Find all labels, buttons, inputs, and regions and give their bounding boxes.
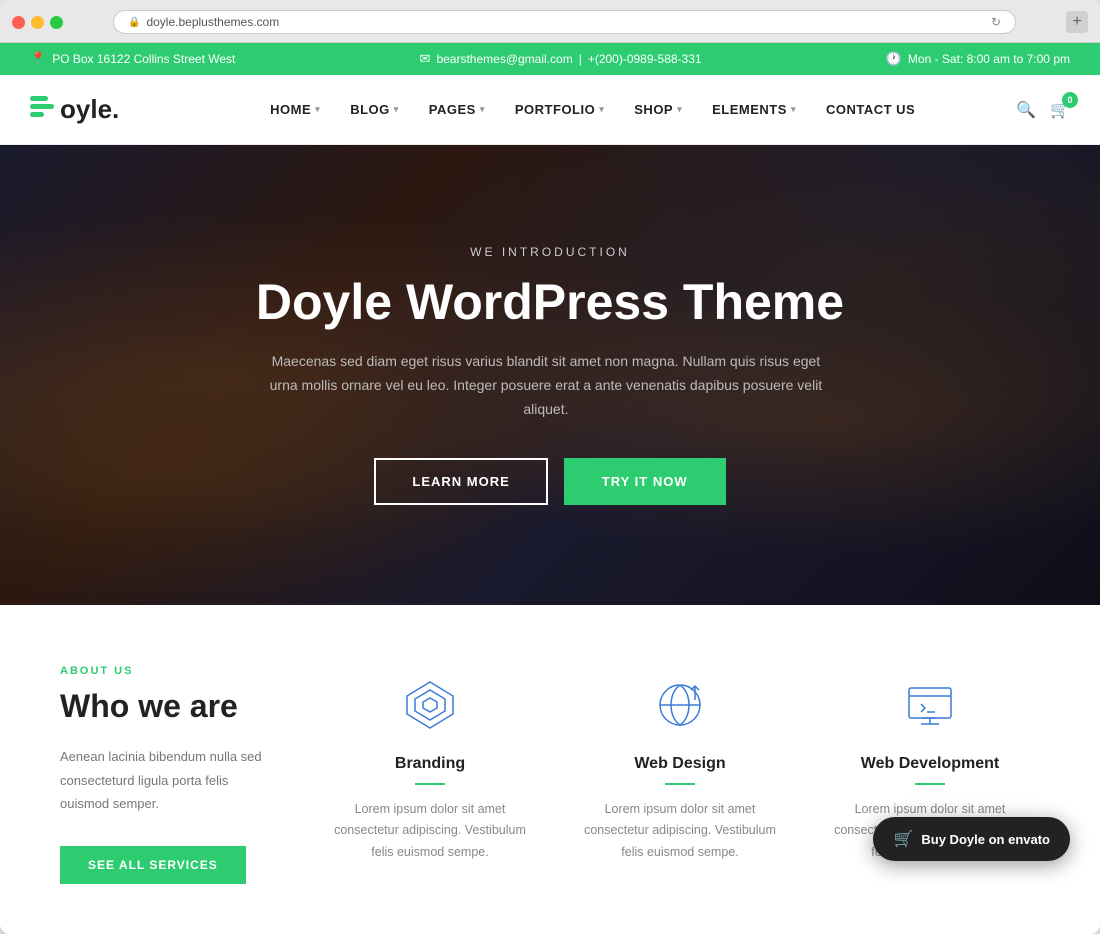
branding-title: Branding <box>330 755 530 773</box>
traffic-lights <box>12 16 63 29</box>
chevron-down-icon: ▾ <box>394 104 399 115</box>
url-text: doyle.beplusthemes.com <box>146 15 279 29</box>
hours-text: Mon - Sat: 8:00 am to 7:00 pm <box>908 52 1070 66</box>
cart-badge: 0 <box>1062 92 1078 108</box>
chevron-down-icon: ▾ <box>315 104 320 115</box>
hero-title: Doyle WordPress Theme <box>256 275 844 330</box>
about-title: Who we are <box>60 687 280 725</box>
learn-more-button[interactable]: LEARN MORE <box>374 458 547 505</box>
webdev-divider <box>915 783 945 785</box>
branding-description: Lorem ipsum dolor sit amet consectetur a… <box>330 799 530 863</box>
nav-item-portfolio[interactable]: PORTFOLIO ▾ <box>503 94 616 125</box>
logo-icon <box>30 92 58 127</box>
minimize-button[interactable] <box>31 16 44 29</box>
nav-item-pages[interactable]: PAGES ▾ <box>417 94 497 125</box>
about-left: ABOUT US Who we are Aenean lacinia biben… <box>60 665 280 884</box>
nav-item-blog[interactable]: BLOG ▾ <box>338 94 411 125</box>
contact-info: ✉ bearsthemes@gmail.com | +(200)-0989-58… <box>420 51 702 67</box>
try-it-now-button[interactable]: TRY IT NOW <box>564 458 726 505</box>
address-bar[interactable]: 🔒 doyle.beplusthemes.com ↻ <box>113 10 1016 34</box>
nav-item-shop[interactable]: SHOP ▾ <box>622 94 694 125</box>
webdev-icon <box>900 675 960 735</box>
logo-text: oyle. <box>60 94 119 125</box>
nav-item-home[interactable]: HOME ▾ <box>258 94 332 125</box>
chevron-down-icon: ▾ <box>599 104 604 115</box>
navbar: oyle. HOME ▾ BLOG ▾ PAGES ▾ PORTFOLIO ▾ … <box>0 75 1100 145</box>
search-button[interactable]: 🔍 <box>1016 100 1036 120</box>
logo[interactable]: oyle. <box>30 92 119 127</box>
chevron-down-icon: ▾ <box>480 104 485 115</box>
maximize-button[interactable] <box>50 16 63 29</box>
service-card-branding: Branding Lorem ipsum dolor sit amet cons… <box>320 665 540 884</box>
webdesign-icon <box>650 675 710 735</box>
hero-content: WE INTRODUCTION Doyle WordPress Theme Ma… <box>236 245 864 504</box>
email-text: bearsthemes@gmail.com <box>436 52 572 66</box>
buy-badge[interactable]: 🛒 Buy Doyle on envato <box>873 817 1070 861</box>
info-bar: 📍 PO Box 16122 Collins Street West ✉ bea… <box>0 43 1100 75</box>
lock-icon: 🔒 <box>128 17 140 28</box>
hero-buttons: LEARN MORE TRY IT NOW <box>256 458 844 505</box>
about-section: ABOUT US Who we are Aenean lacinia biben… <box>0 605 1100 934</box>
browser-window: 🔒 doyle.beplusthemes.com ↻ + 📍 PO Box 16… <box>0 0 1100 934</box>
phone-text: +(200)-0989-588-331 <box>588 52 702 66</box>
chevron-down-icon: ▾ <box>791 104 796 115</box>
service-card-webdesign: Web Design Lorem ipsum dolor sit amet co… <box>570 665 790 884</box>
close-button[interactable] <box>12 16 25 29</box>
cart-button[interactable]: 🛒 0 <box>1050 100 1070 120</box>
hero-eyebrow: WE INTRODUCTION <box>256 245 844 259</box>
buy-badge-text: Buy Doyle on envato <box>921 832 1050 847</box>
webdesign-description: Lorem ipsum dolor sit amet consectetur a… <box>580 799 780 863</box>
address-text: PO Box 16122 Collins Street West <box>52 52 235 66</box>
branding-divider <box>415 783 445 785</box>
nav-actions: 🔍 🛒 0 <box>1016 100 1070 120</box>
hero-section: WE INTRODUCTION Doyle WordPress Theme Ma… <box>0 145 1100 605</box>
location-icon: 📍 <box>30 51 46 67</box>
nav-item-elements[interactable]: ELEMENTS ▾ <box>700 94 808 125</box>
chevron-down-icon: ▾ <box>677 104 682 115</box>
hours-info: 🕐 Mon - Sat: 8:00 am to 7:00 pm <box>886 51 1070 67</box>
nav-menu: HOME ▾ BLOG ▾ PAGES ▾ PORTFOLIO ▾ SHOP ▾… <box>169 94 1016 125</box>
about-label: ABOUT US <box>60 665 280 677</box>
about-description: Aenean lacinia bibendum nulla sed consec… <box>60 745 280 815</box>
see-all-services-button[interactable]: SEE ALL SERVICES <box>60 846 246 884</box>
envato-icon: 🛒 <box>893 829 913 849</box>
email-icon: ✉ <box>420 51 431 67</box>
browser-chrome: 🔒 doyle.beplusthemes.com ↻ + <box>0 0 1100 43</box>
hero-description: Maecenas sed diam eget risus varius blan… <box>256 350 836 421</box>
reload-icon[interactable]: ↻ <box>991 15 1001 29</box>
new-tab-button[interactable]: + <box>1066 11 1088 33</box>
webdev-title: Web Development <box>830 755 1030 773</box>
nav-item-contact[interactable]: CONTACT US <box>814 94 927 125</box>
clock-icon: 🕐 <box>886 51 902 67</box>
webdesign-title: Web Design <box>580 755 780 773</box>
separator: | <box>579 52 582 66</box>
branding-icon <box>400 675 460 735</box>
address-info: 📍 PO Box 16122 Collins Street West <box>30 51 235 67</box>
webdesign-divider <box>665 783 695 785</box>
